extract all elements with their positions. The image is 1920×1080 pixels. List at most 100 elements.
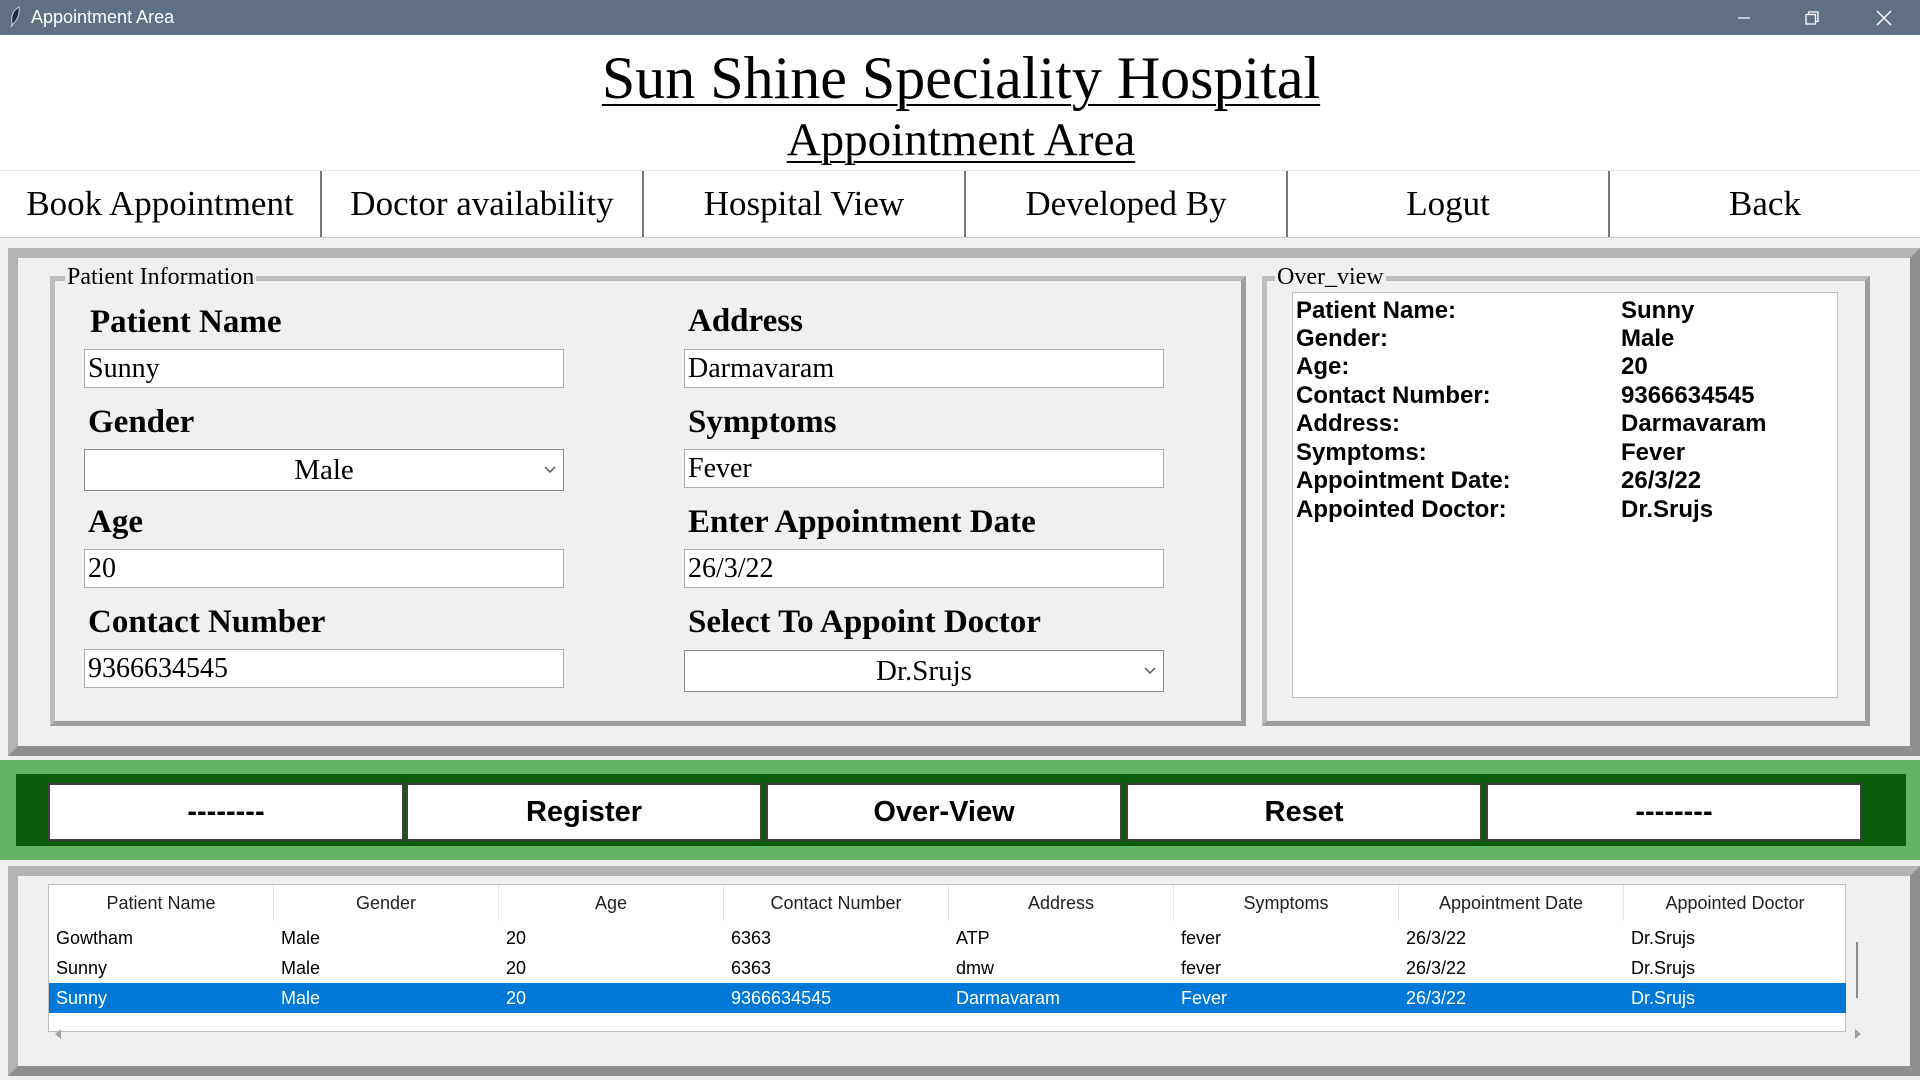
symptoms-input[interactable]: Fever: [684, 449, 1164, 488]
nav-back[interactable]: Back: [1610, 171, 1920, 237]
patient-name-label: Patient Name: [90, 304, 282, 340]
table-cell: 26/3/22: [1406, 928, 1467, 948]
overview-value: 26/3/22: [1621, 467, 1702, 494]
overview-value: Fever: [1621, 439, 1686, 466]
table-cell: 6363: [731, 928, 772, 948]
scroll-left-arrow-icon[interactable]: [54, 1029, 62, 1039]
column-header[interactable]: Symptoms: [1174, 885, 1399, 921]
address-label: Address: [688, 303, 803, 339]
close-button[interactable]: [1850, 0, 1918, 35]
table-cell: 9366634545: [731, 988, 832, 1008]
doctor-select[interactable]: Dr.Srujs: [684, 650, 1164, 692]
placeholder-button-left[interactable]: --------: [48, 783, 404, 841]
chevron-down-icon: [544, 466, 556, 474]
gender-select[interactable]: Male: [84, 449, 564, 491]
nav-hospital-view[interactable]: Hospital View: [644, 171, 966, 237]
overview-value: Darmavaram: [1621, 410, 1767, 437]
hospital-name: Sun Shine Speciality Hospital: [601, 45, 1321, 111]
window-title: Appointment Area: [31, 7, 175, 27]
column-header[interactable]: Gender: [274, 885, 499, 921]
page-header: Sun Shine Speciality Hospital Appointmen…: [0, 35, 1920, 170]
table-cell: 20: [506, 958, 527, 978]
nav-developed-by[interactable]: Developed By: [966, 171, 1288, 237]
placeholder-button-right[interactable]: --------: [1486, 783, 1862, 841]
table-cell: 20: [506, 988, 527, 1008]
area-title: Appointment Area: [0, 112, 1920, 168]
overview-row: Patient Name: Sunny: [1293, 297, 1837, 325]
column-header[interactable]: Age: [499, 885, 724, 921]
table-cell: Dr.Srujs: [1631, 958, 1696, 978]
minimize-icon: [1738, 16, 1750, 19]
overview-key: Age:: [1296, 353, 1350, 380]
overview-key: Contact Number:: [1296, 382, 1491, 409]
column-header[interactable]: Appointed Doctor: [1624, 885, 1846, 921]
table-cell: 26/3/22: [1406, 958, 1467, 978]
symptoms-label: Symptoms: [688, 404, 837, 440]
column-header[interactable]: Contact Number: [724, 885, 949, 921]
contact-number-input[interactable]: 9366634545: [84, 649, 564, 688]
close-icon: [1876, 10, 1892, 25]
restore-button[interactable]: [1778, 0, 1846, 35]
table-row[interactable]: Gowtham Male 20 6363 ATP fever 26/3/22 D…: [49, 923, 1847, 953]
table-cell: dmw: [956, 958, 995, 978]
table-cell: fever: [1181, 928, 1222, 948]
chevron-down-icon: [1144, 667, 1156, 675]
table-cell: 26/3/22: [1406, 988, 1467, 1008]
nav-doctor-availability[interactable]: Doctor availability: [322, 171, 644, 237]
register-button[interactable]: Register: [406, 783, 762, 841]
overview-value: Dr.Srujs: [1621, 496, 1714, 523]
age-input[interactable]: 20: [84, 549, 564, 588]
overview-value: Male: [1621, 325, 1675, 352]
doctor-value: Dr.Srujs: [876, 655, 972, 687]
overview-label: Over_view: [1275, 264, 1386, 290]
overview-key: Appointed Doctor:: [1296, 496, 1507, 523]
overview-key: Appointment Date:: [1296, 467, 1511, 494]
overview-row: Gender: Male: [1293, 325, 1837, 353]
top-nav: Book Appointment Doctor availability Hos…: [0, 170, 1920, 238]
overview-button[interactable]: Over-View: [766, 783, 1122, 841]
nav-book-appointment[interactable]: Book Appointment: [0, 171, 322, 237]
area-title-text: Appointment Area: [786, 114, 1136, 166]
restore-icon: [1805, 10, 1819, 25]
age-label: Age: [88, 504, 143, 540]
overview-key: Address:: [1296, 410, 1401, 437]
column-header[interactable]: Address: [949, 885, 1174, 921]
reset-button[interactable]: Reset: [1126, 783, 1482, 841]
table-cell: Darmavaram: [956, 988, 1061, 1008]
nav-logout[interactable]: Logut: [1288, 171, 1610, 237]
table-cell: fever: [1181, 958, 1222, 978]
appointment-date-input[interactable]: 26/3/22: [684, 549, 1164, 588]
overview-row: Symptoms: Fever: [1293, 439, 1837, 467]
feather-icon: [10, 6, 20, 28]
doctor-label: Select To Appoint Doctor: [688, 604, 1041, 640]
overview-row: Appointed Doctor: Dr.Srujs: [1293, 496, 1837, 524]
overview-value: 20: [1621, 353, 1648, 380]
table-cell: ATP: [956, 928, 990, 948]
minimize-button[interactable]: [1710, 0, 1778, 35]
table-cell: Dr.Srujs: [1631, 928, 1696, 948]
vertical-scrollbar[interactable]: [1846, 884, 1868, 1032]
scroll-thumb[interactable]: [1856, 942, 1858, 998]
gender-label: Gender: [88, 404, 195, 440]
table-row[interactable]: Sunny Male 20 6363 dmw fever 26/3/22 Dr.…: [49, 953, 1847, 983]
overview-row: Address: Darmavaram: [1293, 410, 1837, 438]
table-cell: Male: [281, 958, 321, 978]
appointments-table[interactable]: Patient Name Gender Age Contact Number A…: [48, 884, 1847, 1032]
column-header[interactable]: Appointment Date: [1399, 885, 1624, 921]
patient-name-input[interactable]: Sunny: [84, 349, 564, 388]
horizontal-scrollbar[interactable]: [48, 1024, 1868, 1044]
column-header[interactable]: Patient Name: [49, 885, 274, 921]
action-bar-inner: -------- Register Over-View Reset ------…: [16, 774, 1906, 846]
table-row-selected[interactable]: Sunny Male 20 9366634545 Darmavaram Feve…: [49, 983, 1847, 1013]
overview-value: Sunny: [1621, 297, 1695, 324]
table-cell: 6363: [731, 958, 772, 978]
overview-row: Appointment Date: 26/3/22: [1293, 467, 1837, 495]
patient-info-label: Patient Information: [65, 264, 257, 290]
appointment-date-label: Enter Appointment Date: [688, 504, 1036, 540]
scroll-right-arrow-icon[interactable]: [1854, 1029, 1862, 1039]
overview-key: Symptoms:: [1296, 439, 1427, 466]
address-input[interactable]: Darmavaram: [684, 349, 1164, 388]
overview-row: Contact Number: 9366634545: [1293, 382, 1837, 410]
table-cell: Sunny: [56, 988, 108, 1008]
gender-value: Male: [294, 454, 354, 486]
